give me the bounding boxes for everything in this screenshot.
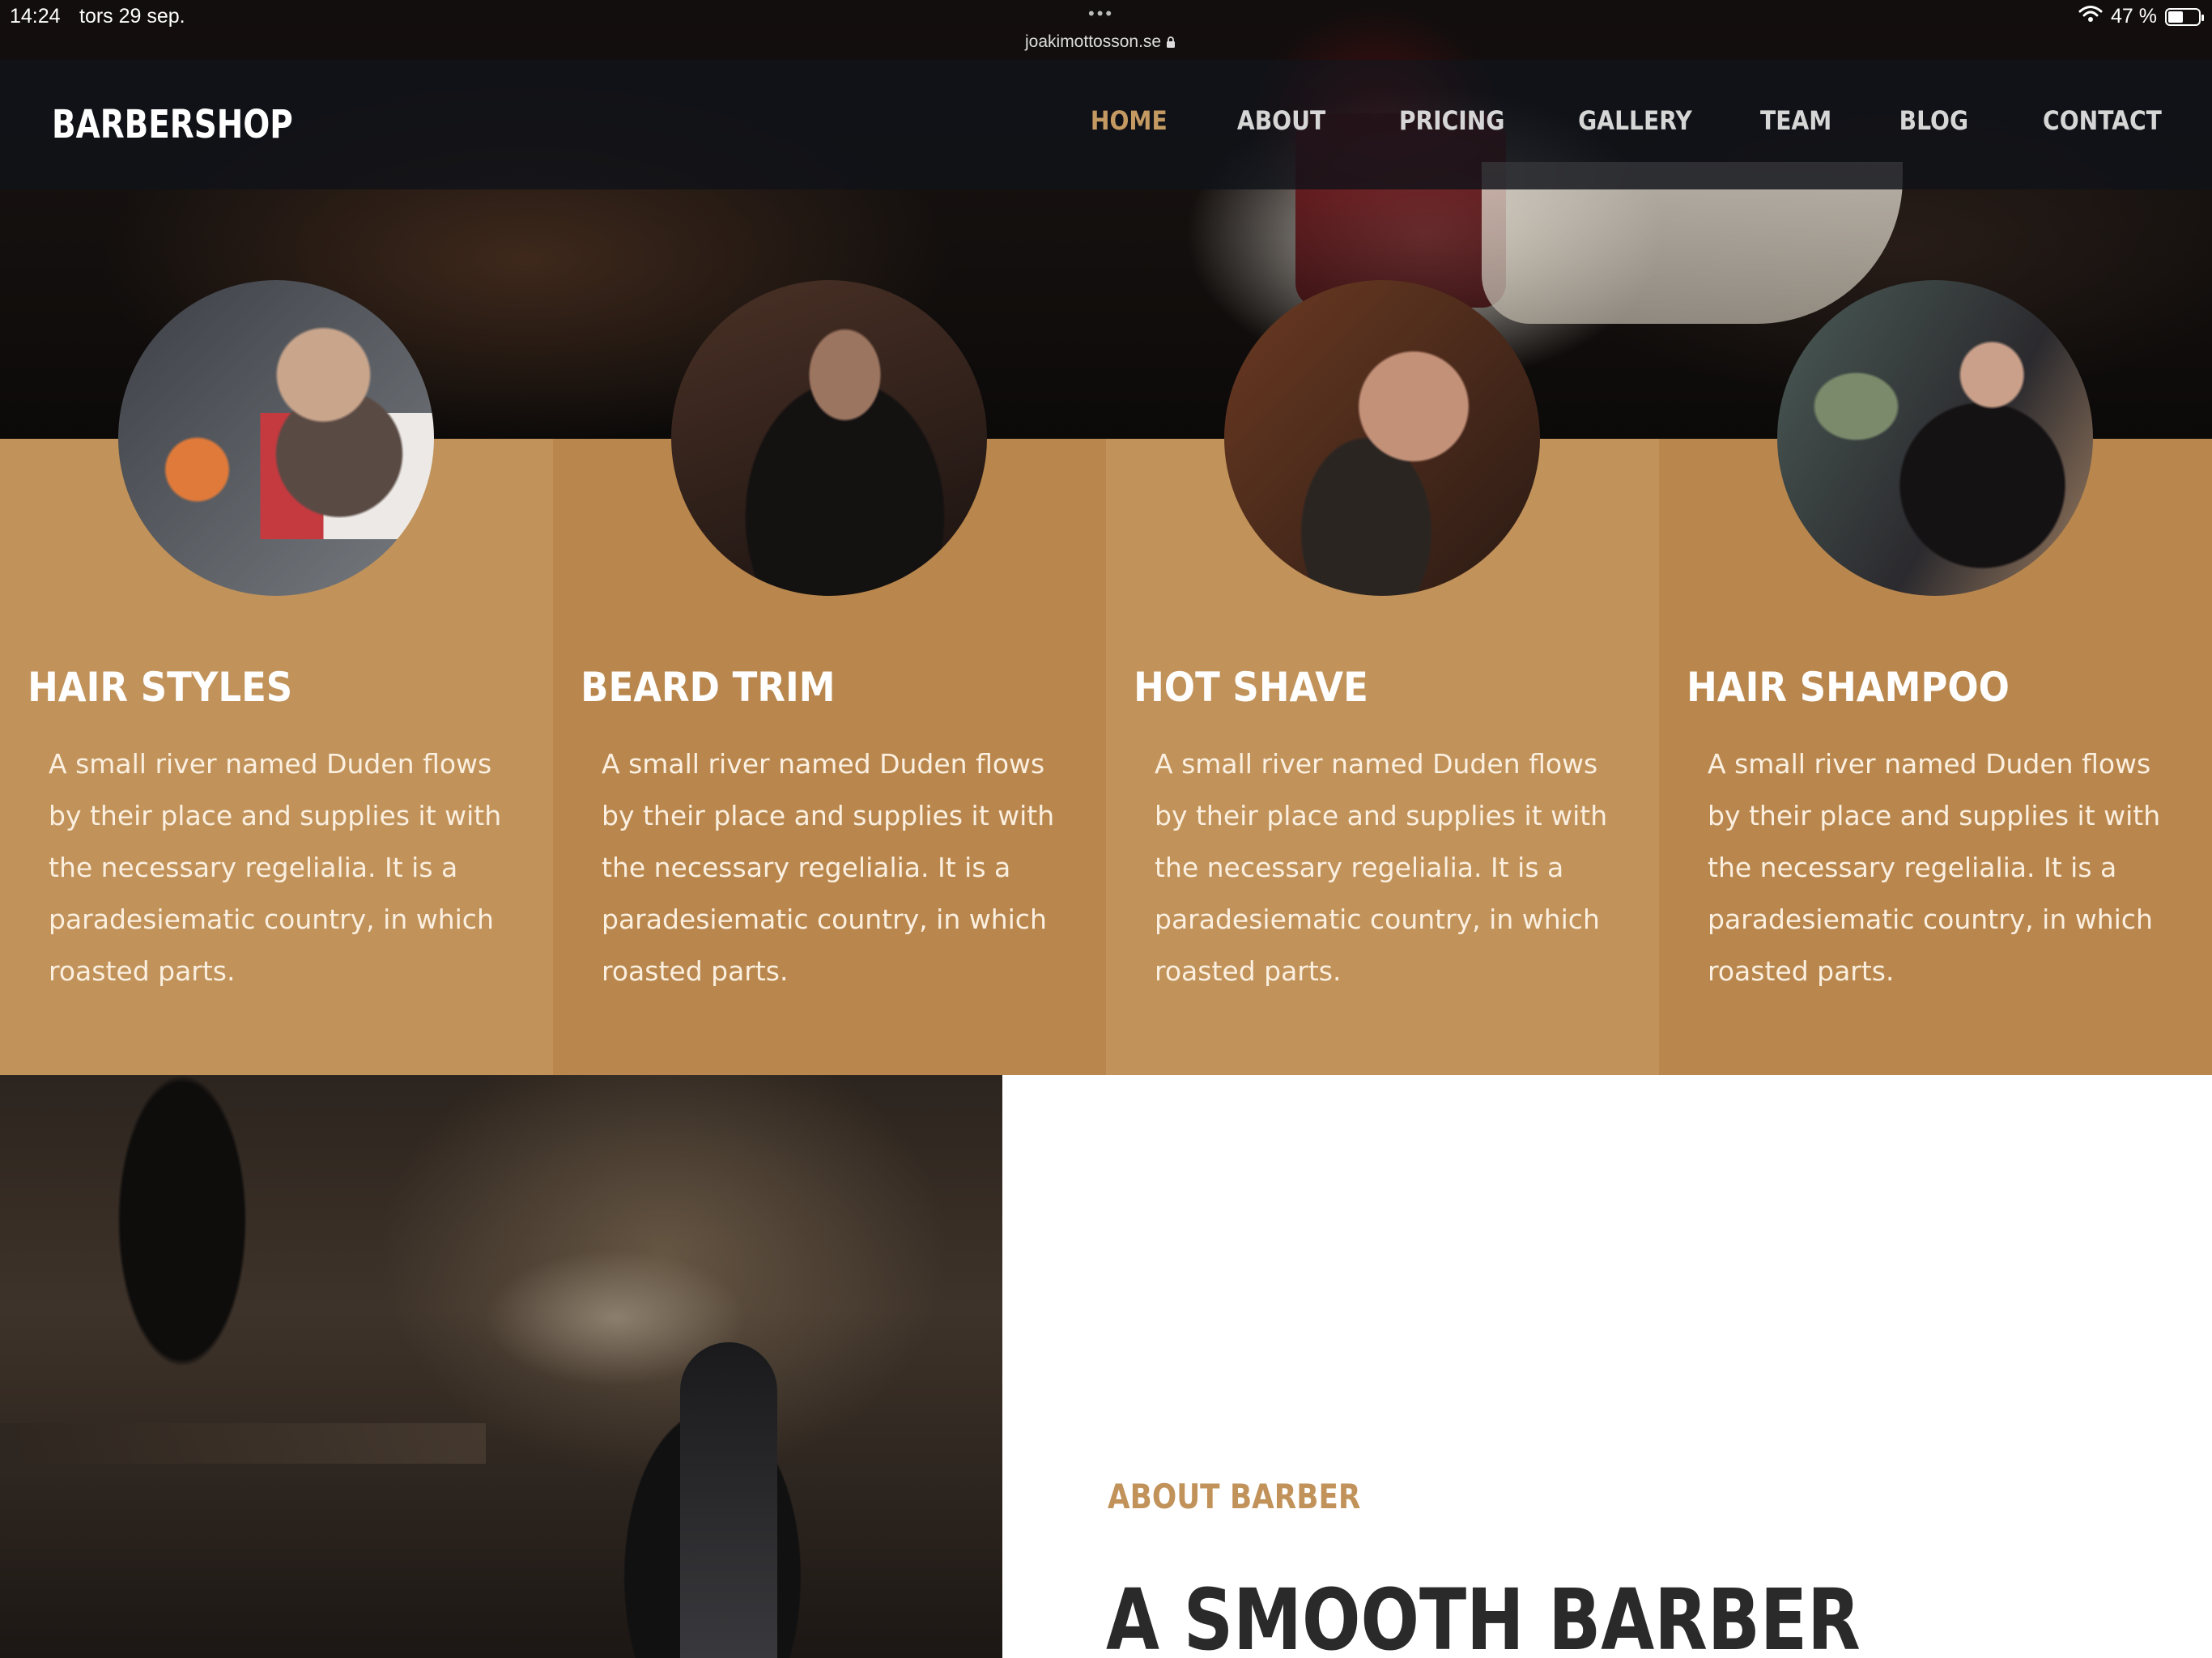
service-title: BEARD TRIM (581, 664, 836, 711)
wifi-icon (2078, 5, 2103, 28)
battery-percent: 47 % (2111, 5, 2157, 28)
lock-icon (1166, 32, 1176, 51)
barber-chair (680, 1342, 777, 1658)
status-time: 14:24 (10, 5, 61, 28)
status-right: 47 % (2078, 5, 2204, 28)
site-logo[interactable]: BARBERSHOP (52, 102, 293, 147)
nav-contact[interactable]: CONTACT (2043, 105, 2162, 136)
service-photo-hair-styles (118, 280, 434, 596)
service-description: A small river named Duden flows by their… (1155, 748, 1608, 987)
nav-about[interactable]: ABOUT (1237, 105, 1325, 136)
service-photo-hair-shampoo (1777, 280, 2093, 596)
battery-icon (2165, 7, 2204, 26)
main-nav: HOME ABOUT PRICING GALLERY TEAM BLOG CON… (1022, 105, 2162, 136)
service-description: A small river named Duden flows by their… (602, 748, 1055, 987)
nav-gallery[interactable]: GALLERY (1578, 105, 1692, 136)
service-title: HOT SHAVE (1134, 664, 1368, 711)
nav-home[interactable]: HOME (1091, 105, 1168, 136)
service-title: HAIR SHAMPOO (1687, 664, 2010, 711)
nav-blog[interactable]: BLOG (1899, 105, 1968, 136)
service-photo-beard-trim (671, 280, 987, 596)
barber-counter (0, 1423, 486, 1464)
service-photo-hot-shave (1224, 280, 1540, 596)
nav-team[interactable]: TEAM (1760, 105, 1831, 136)
service-title: HAIR STYLES (28, 664, 293, 711)
about-photo (0, 1075, 1002, 1658)
url-text: joakimottosson.se (1025, 32, 1162, 51)
status-bar: 14:24 tors 29 sep. ••• joakimottosson.se… (0, 0, 2212, 60)
nav-pricing[interactable]: PRICING (1398, 105, 1504, 136)
about-title: A SMOOTH BARBER (1106, 1571, 1861, 1658)
about-eyebrow: ABOUT BARBER (1108, 1477, 1361, 1516)
service-description: A small river named Duden flows by their… (49, 748, 502, 987)
multitasking-dots-icon[interactable]: ••• (1088, 3, 1114, 24)
site-navbar: BARBERSHOP HOME ABOUT PRICING GALLERY TE… (0, 60, 2212, 189)
address-url[interactable]: joakimottosson.se (1025, 32, 1176, 52)
about-section: ABOUT BARBER A SMOOTH BARBER (1002, 1075, 2212, 1658)
service-description: A small river named Duden flows by their… (1708, 748, 2161, 987)
status-date: tors 29 sep. (79, 5, 185, 28)
